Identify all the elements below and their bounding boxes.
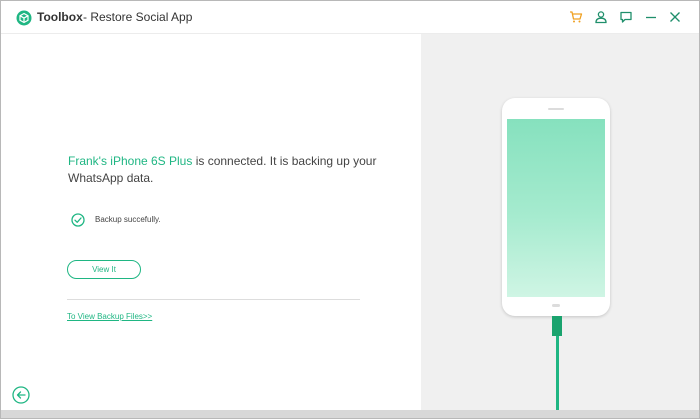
title-bar: Toolbox - Restore Social App xyxy=(1,1,699,34)
back-arrow-icon[interactable] xyxy=(12,386,30,404)
divider xyxy=(67,299,360,300)
usb-cable xyxy=(556,336,559,410)
bottom-border xyxy=(1,410,699,418)
cable-plug xyxy=(552,316,562,336)
toolbox-logo-icon xyxy=(16,10,32,26)
device-name: Frank's iPhone 6S Plus xyxy=(68,154,193,168)
cart-icon[interactable] xyxy=(569,10,583,24)
brand-name: Toolbox xyxy=(37,10,83,24)
minimize-icon[interactable] xyxy=(644,10,658,24)
phone-screen xyxy=(507,119,605,297)
check-circle-icon xyxy=(71,213,85,227)
window-title: - Restore Social App xyxy=(83,10,193,24)
phone-speaker xyxy=(548,108,564,110)
device-illustration-panel xyxy=(421,34,699,410)
app-window: Toolbox - Restore Social App Frank's iPh… xyxy=(0,0,700,419)
close-icon[interactable] xyxy=(668,10,682,24)
connection-status-text: Frank's iPhone 6S Plus is connected. It … xyxy=(68,153,388,187)
phone-illustration xyxy=(502,98,610,316)
user-icon[interactable] xyxy=(594,10,608,24)
backup-status-text: Backup succefully. xyxy=(95,215,161,224)
phone-home-button xyxy=(552,304,560,307)
view-it-button[interactable]: View It xyxy=(67,260,141,279)
feedback-icon[interactable] xyxy=(619,10,633,24)
content-panel: Frank's iPhone 6S Plus is connected. It … xyxy=(1,34,421,410)
view-backup-files-link[interactable]: To View Backup Files>> xyxy=(67,312,152,321)
